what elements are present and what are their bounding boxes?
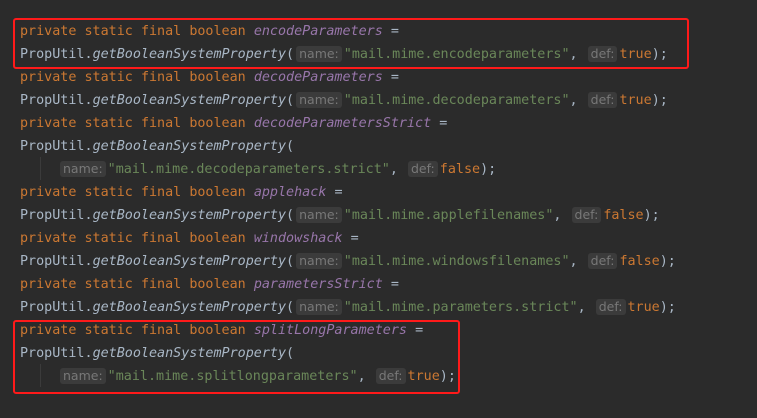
field-name: applehack [253,185,327,200]
highlight-box-encode-parameters [13,18,689,69]
code-line-declaration: private static final boolean decodeParam… [20,70,399,85]
code-line-call: PropUtil.getBooleanSystemProperty(name: "… [20,299,676,315]
param-hint-def: def: [587,92,618,108]
field-name: windowshack [253,231,343,246]
highlight-box-split-long-parameters [13,320,460,394]
field-name: decodeParametersStrict [253,116,432,131]
param-hint-name: name: [296,92,342,108]
code-line-call: PropUtil.getBooleanSystemProperty(name: "… [20,207,660,223]
code-line-call: PropUtil.getBooleanSystemProperty(name: "… [20,92,668,108]
indent-guide [40,157,41,180]
code-line-args: name: "mail.mime.decodeparameters.strict"… [58,160,496,180]
code-line-call: PropUtil.getBooleanSystemProperty( [20,139,295,154]
code-line-declaration: private static final boolean parametersS… [20,277,399,292]
param-hint-def: def: [407,161,438,177]
param-hint-name: name: [296,299,342,315]
param-hint-name: name: [296,253,342,269]
code-line-declaration: private static final boolean applehack = [20,185,343,200]
code-line-declaration: private static final boolean windowshack… [20,231,359,246]
field-name: parametersStrict [253,277,383,292]
code-line-call: PropUtil.getBooleanSystemProperty(name: "… [20,253,676,269]
param-hint-def: def: [595,299,626,315]
param-hint-def: def: [587,253,618,269]
field-name: decodeParameters [253,70,383,85]
param-hint-def: def: [571,207,602,223]
param-hint-name: name: [296,207,342,223]
param-hint-name: name: [60,161,106,177]
code-line-declaration: private static final boolean decodeParam… [20,116,448,131]
